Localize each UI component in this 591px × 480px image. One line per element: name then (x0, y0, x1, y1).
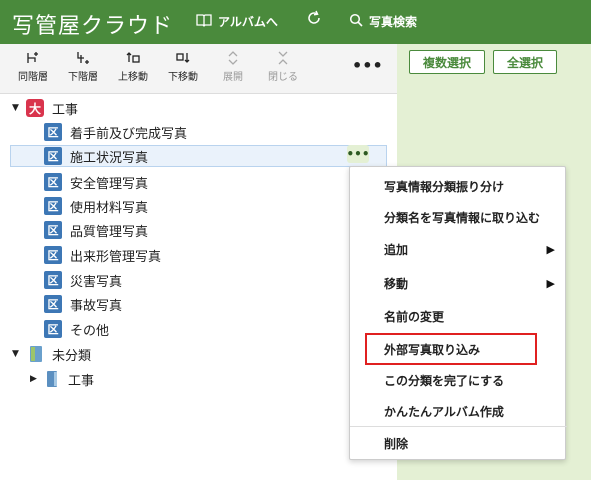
book-icon (44, 370, 60, 388)
tree-item[interactable]: 区 出来形管理写真 (44, 244, 161, 266)
tree-item[interactable]: 区 品質管理写真 (44, 219, 148, 241)
menu-item-classify[interactable]: 写真情報分類振り分け (350, 171, 567, 201)
tree-item[interactable]: 区 災害写真 (44, 269, 122, 291)
photo-search-label: 写真検索 (369, 15, 418, 29)
album-nav-label: アルバムへ (218, 15, 278, 29)
multi-select-button[interactable]: 複数選択 (409, 50, 485, 74)
collapse-label: 閉じる (268, 72, 298, 83)
menu-item-label: 分類名を写真情報に取り込む (384, 210, 541, 225)
category-badge: 区 (44, 295, 62, 313)
category-badge: 区 (44, 123, 62, 141)
menu-item-move[interactable]: 移動 ▶ (350, 268, 567, 298)
menu-item-delete[interactable]: 削除 (350, 428, 567, 458)
menu-item-label: 移動 (384, 276, 409, 291)
tree-item-label: 安全管理写真 (70, 176, 149, 192)
add-sibling-icon (8, 50, 58, 68)
child-level-label: 下階層 (68, 72, 98, 83)
menu-item-label: 追加 (384, 242, 409, 257)
highlight-annotation (365, 333, 537, 365)
tree-item[interactable]: 区 着手前及び完成写真 (44, 121, 187, 143)
submenu-arrow-icon: ▶ (546, 276, 555, 290)
tree-item-label: 使用材料写真 (70, 200, 149, 216)
context-menu: 写真情報分類振り分け 分類名を写真情報に取り込む 追加 ▶ 移動 ▶ 名前の変更… (349, 166, 567, 460)
menu-item-import-name[interactable]: 分類名を写真情報に取り込む (350, 202, 567, 232)
tree-item-label: 着手前及び完成写真 (70, 126, 188, 142)
same-level-label: 同階層 (18, 72, 48, 83)
row-more-button[interactable]: ••• (347, 145, 370, 163)
refresh-button[interactable] (306, 10, 322, 31)
menu-item-label: かんたんアルバム作成 (384, 404, 504, 419)
move-down-icon (158, 50, 208, 68)
album-nav-link[interactable]: アルバムへ (196, 13, 278, 30)
tree-item[interactable]: 区 事故写真 (44, 293, 122, 315)
collapse-button[interactable]: 閉じる (258, 50, 308, 83)
move-down-button[interactable]: 下移動 (158, 50, 208, 83)
unclassified-label: 未分類 (52, 348, 92, 364)
expand-button[interactable]: 展開 (208, 50, 258, 83)
tree-item[interactable]: 区 安全管理写真 (44, 171, 148, 193)
caret-right-icon[interactable]: ▶ (30, 374, 37, 384)
menu-item-rename[interactable]: 名前の変更 (350, 301, 567, 331)
submenu-arrow-icon: ▶ (546, 242, 555, 256)
menu-item-label: 削除 (384, 436, 409, 451)
tree-root-row[interactable]: ▼ 大 工事 (10, 97, 78, 119)
tree-item-label: 出来形管理写真 (70, 249, 162, 265)
tree-unclassified-row[interactable]: ▼ 未分類 (10, 343, 91, 365)
expand-label: 展開 (223, 72, 243, 83)
collapse-icon (258, 50, 308, 68)
category-badge: 区 (44, 197, 62, 215)
menu-item-complete[interactable]: この分類を完了にする (350, 365, 567, 395)
tree-item-label: 事故写真 (70, 298, 123, 314)
select-all-button[interactable]: 全選択 (493, 50, 557, 74)
category-badge: 区 (44, 173, 62, 191)
move-up-icon (108, 50, 158, 68)
tree-toolbar: 同階層 下階層 上移動 下移動 展開 閉じる ••• (0, 44, 397, 94)
menu-item-easy-album[interactable]: かんたんアルバム作成 (350, 396, 567, 426)
toolbar-more-button[interactable]: ••• (352, 56, 383, 75)
tree-item-label: その他 (70, 323, 110, 339)
photo-search-link[interactable]: 写真検索 (349, 13, 417, 30)
category-badge: 区 (44, 320, 62, 338)
app-header: 写管屋クラウド アルバムへ 写真検索 (0, 0, 591, 44)
menu-item-label: 名前の変更 (384, 309, 445, 324)
move-down-label: 下移動 (168, 72, 198, 83)
refresh-icon (306, 10, 322, 31)
app-logo: 写管屋クラウド (12, 14, 174, 39)
caret-down-icon[interactable]: ▼ (12, 103, 19, 113)
root-label: 工事 (52, 102, 79, 118)
add-child-icon (58, 50, 108, 68)
category-badge: 区 (44, 271, 62, 289)
tree-unclassified-child-row[interactable]: ▶ 工事 (28, 368, 94, 390)
menu-divider (350, 426, 567, 427)
category-badge: 区 (44, 221, 62, 239)
root-badge: 大 (26, 99, 44, 117)
tree-item-label: 品質管理写真 (70, 224, 149, 240)
expand-icon (208, 50, 258, 68)
books-icon (28, 345, 44, 363)
search-icon (349, 13, 363, 30)
unclassified-child-label: 工事 (68, 373, 95, 389)
caret-down-icon[interactable]: ▼ (12, 349, 19, 359)
menu-item-label: この分類を完了にする (384, 373, 505, 388)
book-open-icon (196, 13, 212, 30)
menu-item-label: 写真情報分類振り分け (384, 179, 505, 194)
tree-item-label: 災害写真 (70, 274, 123, 290)
same-level-button[interactable]: 同階層 (8, 50, 58, 83)
tree-item-selected[interactable]: 区 施工状況写真 (10, 145, 387, 167)
move-up-label: 上移動 (118, 72, 148, 83)
child-level-button[interactable]: 下階層 (58, 50, 108, 83)
tree-item[interactable]: 区 その他 (44, 318, 109, 340)
category-badge: 区 (44, 147, 62, 165)
move-up-button[interactable]: 上移動 (108, 50, 158, 83)
tree-item-label: 施工状況写真 (70, 150, 149, 166)
category-badge: 区 (44, 246, 62, 264)
tree-item[interactable]: 区 使用材料写真 (44, 195, 148, 217)
menu-item-add[interactable]: 追加 ▶ (350, 234, 567, 264)
